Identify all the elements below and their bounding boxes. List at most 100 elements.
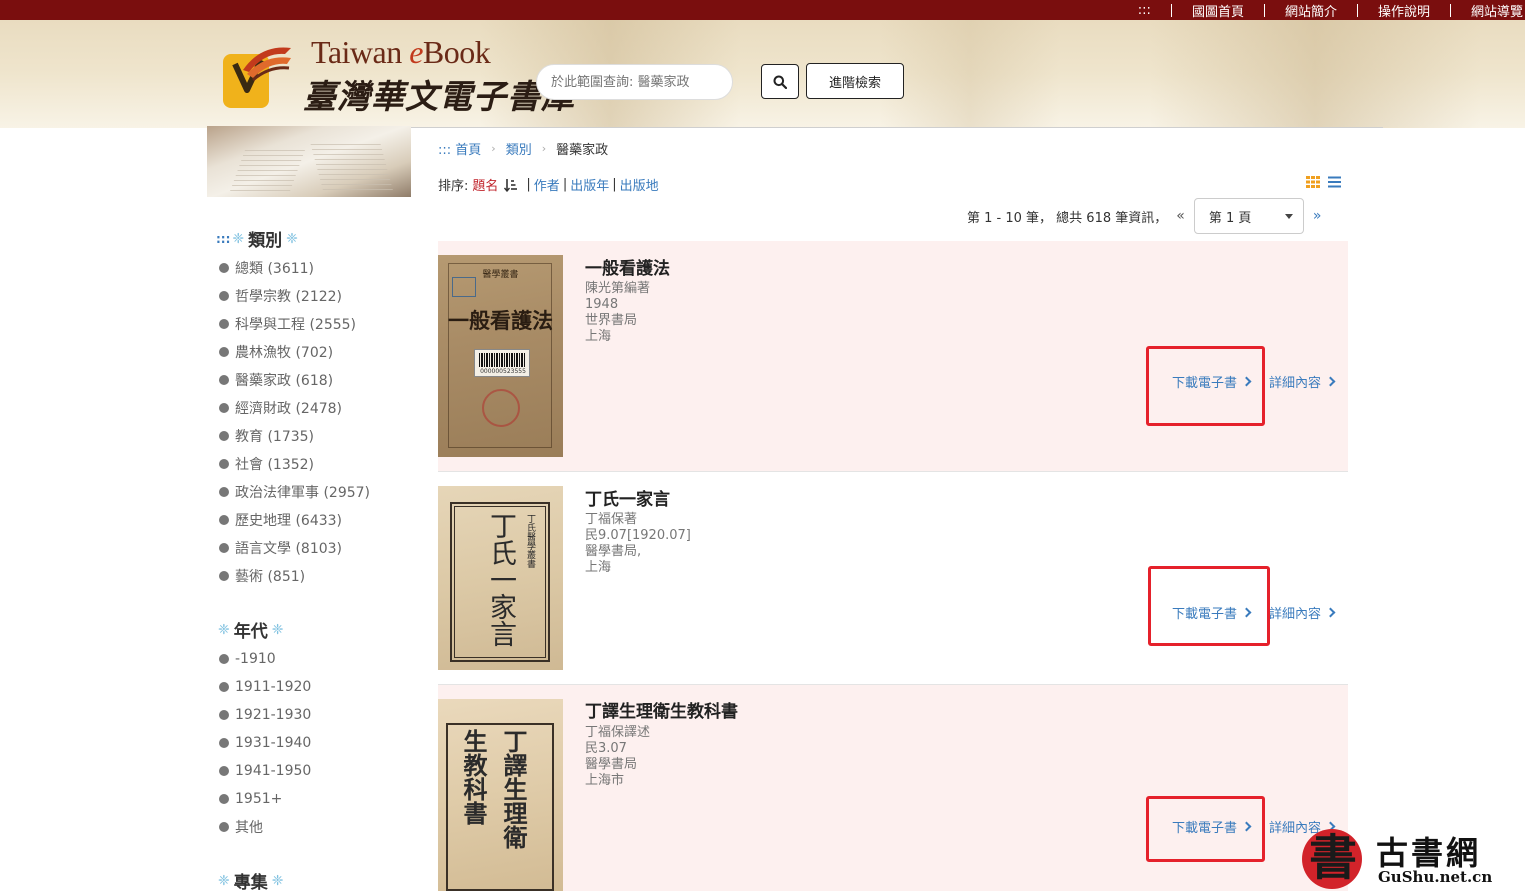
category-label: 語言文學 (8103): [235, 541, 343, 557]
book-author: 丁福保譯述: [585, 725, 651, 740]
category-item[interactable]: 醫藥家政 (618): [219, 366, 370, 394]
top-menu-prefix[interactable]: :::: [1138, 3, 1151, 18]
category-heading-text: 類別: [248, 231, 283, 251]
era-item[interactable]: 其他: [219, 813, 311, 841]
category-item[interactable]: 科學與工程 (2555): [219, 310, 370, 338]
book-year: 民3.07: [585, 741, 627, 756]
detail-link[interactable]: 詳細內容: [1269, 603, 1336, 622]
bullet-icon: [219, 375, 229, 385]
category-item[interactable]: 藝術 (851): [219, 562, 370, 590]
result-summary: 第 1 - 10 筆， 總共 618 筆資訊，: [967, 210, 1168, 226]
view-toggle: [1306, 176, 1341, 188]
book-year: 民9.07[1920.07]: [585, 528, 691, 543]
category-label: 醫藥家政 (618): [235, 373, 334, 389]
watermark-seal-char: 書: [1309, 830, 1358, 886]
era-item[interactable]: 1931-1940: [219, 729, 311, 757]
top-link-nlc-home[interactable]: 國圖首頁: [1192, 1, 1244, 20]
topic-heading-text: 專集: [233, 873, 268, 891]
sort-option-place[interactable]: 出版地: [620, 175, 659, 194]
era-label: 其他: [235, 820, 263, 836]
book-author: 丁福保著: [585, 512, 638, 527]
cover-art: 醫學叢書 一般看護法 000000523555: [438, 255, 563, 457]
breadcrumb-category[interactable]: 類別: [506, 139, 532, 158]
divider: |: [562, 177, 568, 192]
logo-english-part: Taiwan: [311, 34, 410, 70]
cover-title-right: 丁譯生理衛: [499, 729, 528, 849]
era-item[interactable]: 1911-1920: [219, 673, 311, 701]
top-link-help[interactable]: 操作說明: [1378, 1, 1430, 20]
book-place: 上海市: [585, 773, 625, 788]
grid-view-icon[interactable]: [1306, 176, 1320, 188]
bullet-icon: [219, 487, 229, 497]
category-item[interactable]: 農林漁牧 (702): [219, 338, 370, 366]
search-input[interactable]: [536, 64, 733, 100]
site-logo[interactable]: Taiwan eBook 臺灣華文電子書庫: [213, 34, 574, 124]
book-cover[interactable]: 丁譯生理衛 生教科書: [438, 699, 563, 891]
detail-link[interactable]: 詳細內容: [1269, 372, 1336, 391]
sort-option-author[interactable]: 作者: [534, 175, 560, 194]
top-links: ::: 國圖首頁 網站簡介 操作說明 網站導覽: [1138, 0, 1525, 20]
site-watermark: 書 古書網 GuShu.net.cn: [1302, 826, 1525, 891]
ornament-icon: ❈: [218, 621, 230, 638]
category-item[interactable]: 哲學宗教 (2122): [219, 282, 370, 310]
top-link-about[interactable]: 網站簡介: [1285, 1, 1337, 20]
prev-page-button[interactable]: «: [1176, 208, 1185, 224]
header-divider: [411, 127, 1383, 128]
cover-art: 丁氏一家言 丁氏醫學叢書: [438, 486, 563, 670]
bullet-icon: [219, 263, 229, 273]
era-item[interactable]: -1910: [219, 645, 311, 673]
sort-option-title[interactable]: 題名: [472, 175, 498, 194]
detail-label: 詳細內容: [1269, 607, 1322, 622]
ornament-icon: ❈: [232, 230, 245, 247]
detail-label: 詳細內容: [1269, 376, 1322, 391]
category-item[interactable]: 經濟財政 (2478): [219, 394, 370, 422]
breadcrumb-home[interactable]: ::: 首頁: [438, 139, 481, 158]
top-bar: ::: 國圖首頁 網站簡介 操作說明 網站導覽: [0, 0, 1525, 20]
book-title[interactable]: 丁譯生理衛生教科書: [585, 697, 738, 722]
book-title[interactable]: 丁氏一家言: [585, 485, 670, 510]
page-select[interactable]: 第 1 頁: [1193, 198, 1304, 234]
book-cover[interactable]: 醫學叢書 一般看護法 000000523555: [438, 255, 563, 457]
bullet-icon: [219, 543, 229, 553]
category-item[interactable]: 總類 (3611): [219, 254, 370, 282]
bullet-icon: [219, 766, 229, 776]
cover-series: 丁氏醫學叢書: [525, 514, 535, 568]
category-item[interactable]: 社會 (1352): [219, 450, 370, 478]
category-label: 社會 (1352): [235, 457, 315, 473]
top-link-sitemap[interactable]: 網站導覽: [1471, 1, 1523, 20]
era-label: 1951+: [235, 791, 283, 807]
category-item[interactable]: 教育 (1735): [219, 422, 370, 450]
search-button[interactable]: [761, 64, 799, 99]
bullet-icon: [219, 347, 229, 357]
bullet-icon: [219, 515, 229, 525]
advanced-search-button[interactable]: 進階檢索: [806, 63, 904, 99]
list-view-icon[interactable]: [1328, 176, 1341, 188]
sort-option-year[interactable]: 出版年: [570, 175, 609, 194]
category-item[interactable]: 歷史地理 (6433): [219, 506, 370, 534]
ornament-icon: ❈: [271, 621, 284, 638]
breadcrumb-separator-icon: ›: [541, 142, 547, 155]
site-header: Taiwan eBook 臺灣華文電子書庫 進階檢索: [0, 20, 1525, 128]
book-cover[interactable]: 丁氏一家言 丁氏醫學叢書: [438, 486, 563, 670]
era-label: -1910: [235, 651, 276, 667]
era-item[interactable]: 1941-1950: [219, 757, 311, 785]
cover-title-left: 生教科書: [459, 729, 488, 825]
category-item[interactable]: 政治法律軍事 (2957): [219, 478, 370, 506]
barcode-icon: [479, 353, 525, 367]
divider: [1170, 3, 1172, 17]
divider: [1356, 3, 1358, 17]
era-label: 1911-1920: [235, 679, 312, 695]
cover-barcode-number: 000000523555: [480, 368, 526, 375]
next-page-button[interactable]: »: [1313, 208, 1322, 224]
page-select-value: 第 1 頁: [1208, 210, 1252, 226]
sort-ascending-icon[interactable]: [504, 178, 518, 192]
category-list: 總類 (3611) 哲學宗教 (2122) 科學與工程 (2555) 農林漁牧 …: [219, 254, 370, 590]
era-item[interactable]: 1921-1930: [219, 701, 311, 729]
era-item[interactable]: 1951+: [219, 785, 311, 813]
bullet-icon: [219, 459, 229, 469]
era-label: 1941-1950: [235, 763, 312, 779]
book-place: 上海: [585, 329, 612, 344]
breadcrumb: ::: 首頁 › 類別 › 醫藥家政: [438, 139, 608, 158]
book-title[interactable]: 一般看護法: [585, 254, 670, 279]
category-item[interactable]: 語言文學 (8103): [219, 534, 370, 562]
